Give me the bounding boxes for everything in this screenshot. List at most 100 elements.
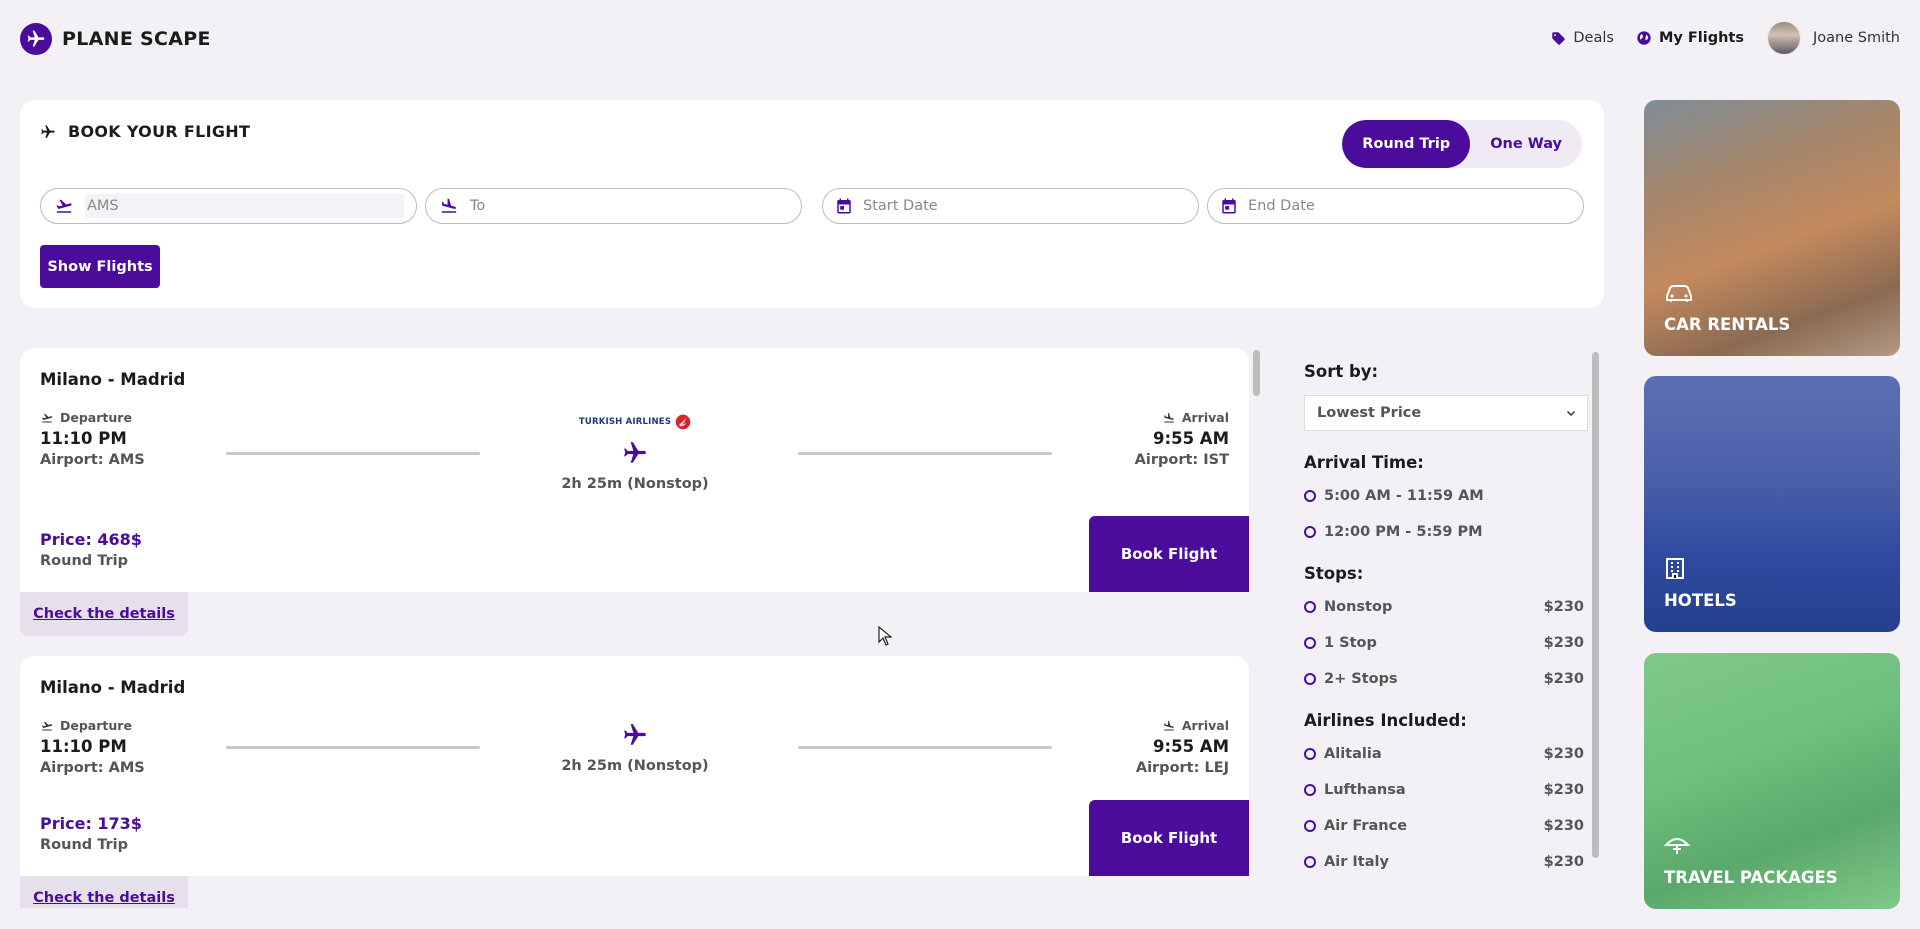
route-line-right	[798, 746, 1052, 749]
airline-logo: TURKISH AIRLINES	[490, 414, 780, 430]
end-date-placeholder: End Date	[1248, 198, 1315, 214]
filters-scrollbar[interactable]	[1592, 352, 1599, 858]
airline-option[interactable]: Air France $230	[1304, 808, 1590, 844]
departure-block: Departure 11:10 PM Airport: AMS	[40, 410, 145, 468]
flight-card: Milano - Madrid Departure 11:10 PM Airpo…	[20, 348, 1249, 592]
trip-type-toggle: Round Trip One Way	[1342, 120, 1582, 168]
filters-panel: Sort by: Lowest Price Arrival Time: 5:00…	[1304, 350, 1590, 910]
route-line-right	[798, 452, 1052, 455]
brand-logo[interactable]: PLANE SCAPE	[20, 23, 211, 55]
brand-name: PLANE SCAPE	[62, 28, 211, 50]
book-flight-button[interactable]: Book Flight	[1089, 516, 1249, 592]
plane-logo-icon	[20, 23, 52, 55]
arrival-time: 9:55 AM	[1153, 737, 1229, 756]
top-navigation: Deals My Flights Joane Smith	[1551, 20, 1900, 56]
radio-icon	[1304, 601, 1316, 613]
departure-time: 11:10 PM	[40, 429, 127, 448]
flight-route: Milano - Madrid	[40, 678, 186, 697]
trip-type: Round Trip	[40, 553, 128, 569]
arrival-time-title: Arrival Time:	[1304, 453, 1424, 472]
departure-airport: Airport: AMS	[40, 452, 145, 468]
check-details-link[interactable]: Check the details	[20, 592, 188, 636]
booking-panel: BOOK YOUR FLIGHT Round Trip One Way AMS …	[20, 100, 1604, 308]
from-value: AMS	[87, 198, 119, 214]
chevron-down-icon	[1566, 410, 1576, 417]
plane-icon	[490, 440, 780, 470]
takeoff-icon	[56, 199, 72, 213]
departure-label: Departure	[60, 718, 132, 733]
radio-icon	[1304, 820, 1316, 832]
nav-deals[interactable]: Deals	[1551, 30, 1614, 46]
from-field[interactable]: AMS	[40, 188, 417, 224]
one-way-button[interactable]: One Way	[1470, 120, 1582, 168]
stop-option[interactable]: 2+ Stops $230	[1304, 661, 1590, 697]
book-flight-button[interactable]: Book Flight	[1089, 800, 1249, 876]
airline-option[interactable]: Lufthansa $230	[1304, 772, 1590, 808]
arrival-block: Arrival 9:55 AM Airport: IST	[1135, 410, 1229, 468]
arrival-time: 9:55 AM	[1153, 429, 1229, 448]
calendar-icon	[837, 198, 851, 214]
sort-select[interactable]: Lowest Price	[1304, 395, 1588, 431]
end-date-field[interactable]: End Date	[1207, 188, 1584, 224]
stop-option[interactable]: Nonstop $230	[1304, 589, 1590, 625]
trip-type: Round Trip	[40, 837, 128, 853]
arrival-label: Arrival	[1181, 718, 1229, 733]
airline-option[interactable]: Alitalia $230	[1304, 736, 1590, 772]
round-trip-button[interactable]: Round Trip	[1342, 120, 1471, 168]
show-flights-button[interactable]: Show Flights	[40, 245, 160, 288]
arrival-option[interactable]: 5:00 AM - 11:59 AM	[1304, 478, 1590, 514]
route-line-left	[226, 452, 480, 455]
nav-my-flights[interactable]: My Flights	[1636, 30, 1744, 46]
route-line-left	[226, 746, 480, 749]
start-date-placeholder: Start Date	[863, 198, 938, 214]
flight-list[interactable]: Milano - Madrid Departure 11:10 PM Airpo…	[20, 348, 1252, 908]
hotels-tile[interactable]: HOTELS	[1644, 376, 1900, 632]
car-icon	[1666, 285, 1692, 302]
to-placeholder: To	[470, 198, 486, 214]
radio-icon	[1304, 856, 1316, 868]
landing-icon	[441, 198, 457, 213]
flight-center-info: TURKISH AIRLINES 2h 25m (Nonstop)	[490, 414, 780, 492]
nav-my-flights-label: My Flights	[1658, 30, 1744, 46]
car-rentals-label: CAR RENTALS	[1664, 315, 1791, 334]
radio-icon	[1304, 748, 1316, 760]
radio-icon	[1304, 673, 1316, 685]
mouse-cursor-icon	[878, 626, 892, 646]
to-field[interactable]: To	[425, 188, 802, 224]
arrival-airport: Airport: IST	[1134, 452, 1229, 468]
flight-card: Milano - Madrid Departure 11:10 PM Airpo…	[20, 656, 1249, 876]
stop-option[interactable]: 1 Stop $230	[1304, 625, 1590, 661]
plane-icon	[490, 722, 780, 752]
calendar-icon	[1222, 198, 1236, 214]
arrival-airport: Airport: LEJ	[1135, 760, 1229, 776]
arrival-option[interactable]: 12:00 PM - 5:59 PM	[1304, 514, 1590, 550]
travel-packages-tile[interactable]: TRAVEL PACKAGES	[1644, 653, 1900, 909]
flight-list-scrollbar[interactable]	[1253, 350, 1260, 396]
nav-deals-label: Deals	[1573, 30, 1614, 46]
user-menu[interactable]: Joane Smith	[1766, 20, 1900, 56]
departure-block: Departure 11:10 PM Airport: AMS	[40, 718, 145, 776]
flight-center-info: 2h 25m (Nonstop)	[490, 722, 780, 774]
car-rentals-tile[interactable]: CAR RENTALS	[1644, 100, 1900, 356]
hotels-label: HOTELS	[1664, 591, 1737, 610]
booking-title: BOOK YOUR FLIGHT	[40, 122, 250, 141]
airline-option[interactable]: Air Italy $230	[1304, 844, 1590, 880]
flight-price: Price: 173$	[40, 814, 142, 833]
arrival-block: Arrival 9:55 AM Airport: LEJ	[1136, 718, 1229, 776]
radio-icon	[1304, 637, 1316, 649]
landing-icon	[1164, 720, 1174, 730]
radio-icon	[1304, 526, 1316, 538]
airlines-title: Airlines Included:	[1304, 711, 1467, 730]
flight-price: Price: 468$	[40, 530, 142, 549]
takeoff-icon	[41, 413, 53, 422]
departure-time: 11:10 PM	[40, 737, 127, 756]
globe-icon	[1637, 31, 1651, 45]
radio-icon	[1304, 784, 1316, 796]
start-date-field[interactable]: Start Date	[822, 188, 1199, 224]
takeoff-icon	[41, 721, 53, 730]
travel-packages-label: TRAVEL PACKAGES	[1664, 868, 1838, 887]
flight-route: Milano - Madrid	[40, 370, 186, 389]
radio-icon	[1304, 490, 1316, 502]
turkish-airlines-emblem-icon	[675, 414, 691, 430]
check-details-link[interactable]: Check the details	[20, 876, 188, 908]
